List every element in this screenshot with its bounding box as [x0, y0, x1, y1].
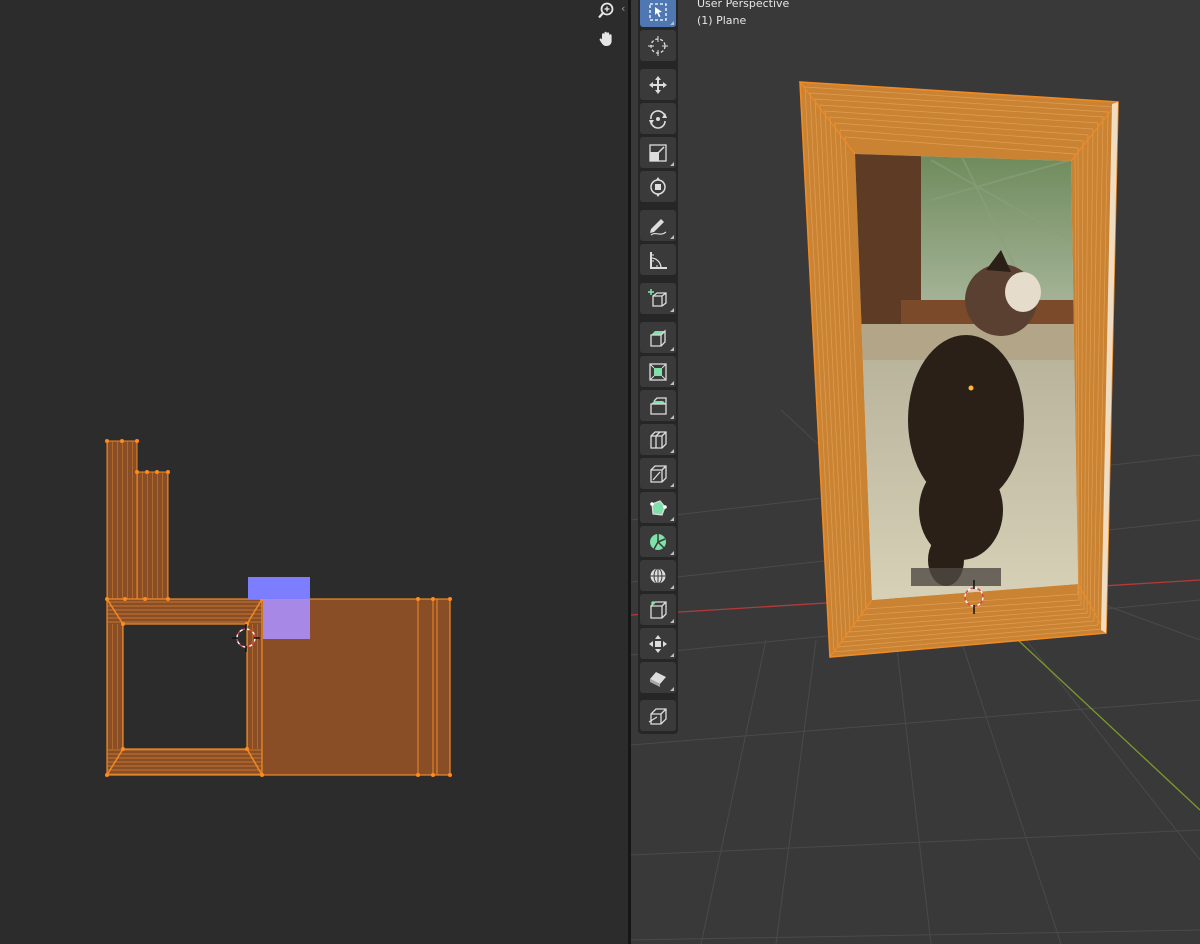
tool-transform[interactable]	[640, 171, 676, 202]
loop-cut-icon	[650, 430, 667, 449]
tool-loop-cut[interactable]	[640, 424, 676, 455]
tool-shrink-fatten[interactable]	[640, 628, 676, 659]
tool-shear[interactable]	[640, 662, 676, 693]
edge-slide-icon	[650, 600, 667, 619]
object-origin-dot	[968, 385, 974, 391]
shear-icon	[650, 671, 666, 687]
zoom-icon[interactable]	[595, 0, 617, 22]
viewport-object-label: (1) Plane	[697, 14, 747, 27]
tool-annotate[interactable]	[640, 210, 676, 241]
tool-inset-faces[interactable]	[640, 356, 676, 387]
viewport-perspective-label: User Perspective	[697, 0, 790, 10]
tool-rip-region[interactable]	[640, 700, 676, 731]
inset-icon	[649, 362, 667, 381]
tool-rotate[interactable]	[640, 103, 676, 134]
cat-photo-texture	[855, 154, 1078, 600]
cursor-icon	[648, 35, 668, 56]
tool-move[interactable]	[640, 69, 676, 100]
annotate-pencil-icon	[650, 218, 667, 236]
add-cube-icon	[648, 288, 667, 307]
smooth-sphere-icon	[650, 567, 666, 584]
transform-icon	[650, 176, 666, 197]
hand-pan-icon[interactable]	[595, 28, 617, 50]
move-icon	[649, 75, 667, 94]
scale-icon	[649, 143, 667, 162]
collapse-arrow-icon[interactable]: ‹	[621, 2, 625, 15]
uv-island-frame-left[interactable]	[106, 440, 263, 776]
tool-cursor[interactable]	[640, 30, 676, 61]
uv-editor[interactable]: ‹	[0, 0, 628, 944]
tool-poly-build[interactable]	[640, 492, 676, 523]
tool-smooth[interactable]	[640, 560, 676, 591]
rotate-icon	[649, 109, 667, 129]
measure-ruler-icon	[650, 251, 667, 269]
knife-icon	[650, 464, 667, 483]
picture-frame-object[interactable]	[799, 81, 1119, 658]
tool-select-box[interactable]	[640, 0, 676, 27]
tool-scale[interactable]	[640, 137, 676, 168]
select-box-icon	[649, 2, 667, 21]
tool-extrude-region[interactable]	[640, 322, 676, 353]
bevel-icon	[650, 396, 667, 415]
viewport-scene[interactable]	[631, 0, 1200, 944]
uv-canvas[interactable]	[0, 0, 628, 944]
tool-add-cube[interactable]	[640, 283, 676, 314]
tool-spin[interactable]	[640, 526, 676, 557]
extrude-icon	[650, 328, 666, 347]
spin-icon	[650, 533, 666, 550]
3d-viewport[interactable]	[631, 0, 1200, 944]
tool-shelf	[638, 0, 678, 734]
poly-build-icon	[650, 499, 667, 516]
tool-knife[interactable]	[640, 458, 676, 489]
rip-region-icon	[648, 707, 667, 725]
tool-measure[interactable]	[640, 244, 676, 275]
tool-edge-slide[interactable]	[640, 594, 676, 625]
shrink-fatten-icon	[649, 634, 667, 653]
tool-bevel[interactable]	[640, 390, 676, 421]
